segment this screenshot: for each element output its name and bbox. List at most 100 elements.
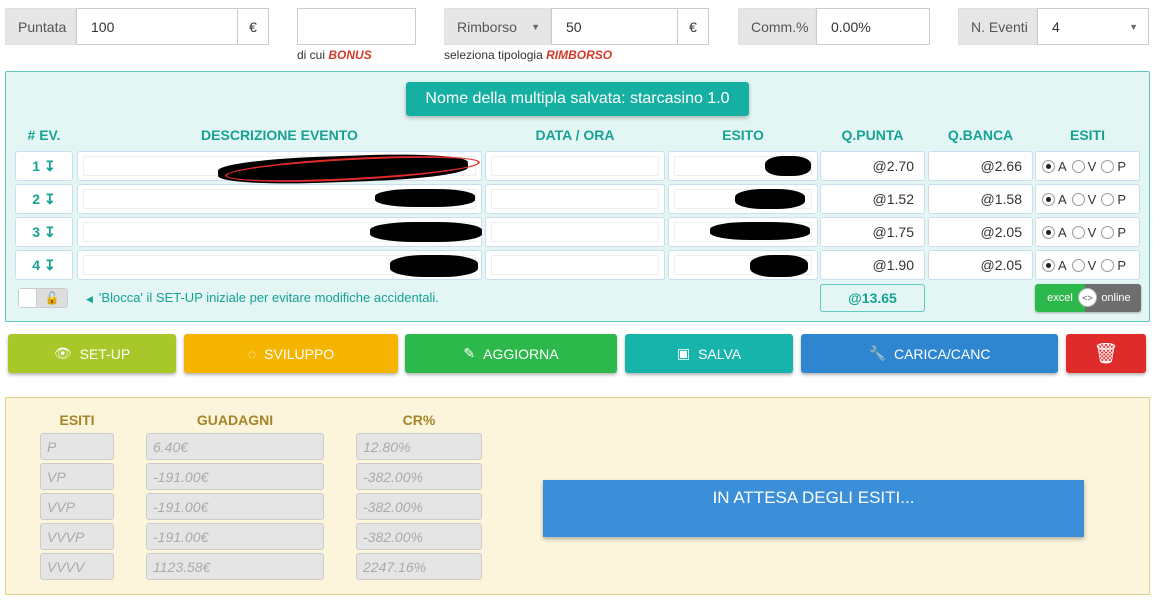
arrow-down-icon: ↧ [44, 157, 56, 174]
esiti-radio-group[interactable]: A V P [1035, 217, 1140, 247]
redaction-mark [375, 189, 475, 207]
data-ora-field[interactable] [485, 151, 665, 181]
eye-slash-icon: ◌ [247, 345, 257, 362]
header-esiti: ESITI [1069, 127, 1105, 143]
radio-p[interactable] [1101, 159, 1115, 173]
redaction-mark [765, 156, 811, 176]
redaction-mark [390, 255, 478, 277]
q-punta-field[interactable]: @1.90 [820, 250, 925, 280]
q-banca-field[interactable]: @2.05 [928, 217, 1033, 247]
header-cr: CR% [402, 412, 436, 428]
q-punta-field[interactable]: @1.75 [820, 217, 925, 247]
radio-a[interactable] [1042, 225, 1055, 239]
arrow-down-icon: ↧ [44, 256, 56, 273]
radio-a[interactable] [1042, 159, 1055, 173]
carica-canc-button[interactable]: 🔧 CARICA/CANC [801, 334, 1058, 373]
cr-value: 2247.16% [356, 553, 482, 580]
event-number[interactable]: 3 ↧ [15, 217, 73, 247]
event-number[interactable]: 2 ↧ [15, 184, 73, 214]
q-punta-field[interactable]: @2.70 [820, 151, 925, 181]
data-ora-field[interactable] [485, 217, 665, 247]
lock-hint: ◀ 'Blocca' il SET-UP iniziale per evitare… [86, 290, 439, 305]
esito-value: VVVP [40, 523, 114, 550]
header-descrizione: DESCRIZIONE EVENTO [201, 127, 358, 143]
guadagno-value: -191.00€ [146, 493, 324, 520]
puntata-label: Puntata [5, 8, 76, 45]
radio-v[interactable] [1071, 159, 1085, 173]
esito-value: VVVV [40, 553, 114, 580]
eye-icon: 👁 [53, 345, 72, 361]
q-punta-field[interactable]: @1.52 [820, 184, 925, 214]
header-esiti: ESITI [59, 412, 95, 428]
radio-v[interactable] [1071, 258, 1085, 272]
header-q-punta: Q.PUNTA [841, 127, 904, 143]
radio-a[interactable] [1042, 258, 1055, 272]
esiti-radio-group[interactable]: A V P [1035, 250, 1140, 280]
redaction-mark [750, 255, 808, 277]
data-ora-field[interactable] [485, 250, 665, 280]
cr-value: -382.00% [356, 463, 482, 490]
event-number[interactable]: 4 ↧ [15, 250, 73, 280]
redaction-mark [370, 222, 482, 242]
arrow-down-icon: ↧ [44, 190, 56, 207]
arrow-down-icon: ↧ [44, 223, 56, 240]
guadagno-value: -191.00€ [146, 523, 324, 550]
multipla-title: Nome della multipla salvata: starcasino … [406, 82, 749, 116]
q-banca-field[interactable]: @2.66 [928, 151, 1033, 181]
waiting-banner: IN ATTESA DEGLI ESITI... [543, 480, 1084, 537]
header-data-ora: DATA / ORA [535, 127, 615, 143]
esiti-radio-group[interactable]: A V P [1035, 151, 1140, 181]
comm-input[interactable]: 0.00% [816, 8, 930, 45]
caret-left-icon: ◀ [86, 294, 93, 304]
eventi-label: N. Eventi [958, 8, 1037, 45]
save-icon: ▣ [676, 345, 691, 361]
setup-button[interactable]: 👁 SET-UP [8, 334, 176, 373]
rimborso-hint: seleziona tipologia RIMBORSO [444, 48, 613, 62]
aggiorna-button[interactable]: ✎ AGGIORNA [405, 334, 617, 373]
eventi-select[interactable]: 4 ▼ [1037, 8, 1149, 45]
radio-p[interactable] [1101, 258, 1115, 272]
radio-p[interactable] [1101, 192, 1115, 206]
comm-label: Comm.% [738, 8, 816, 45]
rimborso-select[interactable]: Rimborso ▼ [444, 8, 551, 45]
trash-icon: 🗑 [1093, 343, 1119, 365]
caret-down-icon: ▼ [531, 21, 540, 32]
unlock-icon: 🔓 [37, 289, 67, 307]
guadagno-value: 1123.58€ [146, 553, 324, 580]
event-number[interactable]: 1 ↧ [15, 151, 73, 181]
sviluppo-button[interactable]: ◌ SVILUPPO [184, 334, 398, 373]
rimborso-input[interactable]: 50 [551, 8, 678, 45]
lock-toggle[interactable]: 🔓 [18, 288, 68, 308]
toggle-knob[interactable]: <> [1078, 288, 1097, 307]
bonus-hint: di cui BONUS [297, 48, 372, 62]
esiti-radio-group[interactable]: A V P [1035, 184, 1140, 214]
radio-p[interactable] [1101, 225, 1115, 239]
edit-icon: ✎ [463, 345, 476, 361]
bonus-input[interactable] [297, 8, 416, 45]
wrench-icon: 🔧 [868, 345, 886, 361]
cr-value: -382.00% [356, 523, 482, 550]
data-ora-field[interactable] [485, 184, 665, 214]
delete-button[interactable]: 🗑 [1066, 334, 1146, 373]
guadagno-value: 6.40€ [146, 433, 324, 460]
radio-v[interactable] [1071, 225, 1085, 239]
puntata-input[interactable]: 100 [76, 8, 238, 45]
esito-value: VP [40, 463, 114, 490]
salva-button[interactable]: ▣ SALVA [625, 334, 793, 373]
esito-value: P [40, 433, 114, 460]
esito-value: VVP [40, 493, 114, 520]
header-guadagni: GUADAGNI [196, 412, 274, 428]
cr-value: 12.80% [356, 433, 482, 460]
q-banca-field[interactable]: @1.58 [928, 184, 1033, 214]
radio-a[interactable] [1042, 192, 1055, 206]
total-quota: @13.65 [820, 284, 925, 312]
radio-v[interactable] [1071, 192, 1085, 206]
header-q-banca: Q.BANCA [947, 127, 1014, 143]
cr-value: -382.00% [356, 493, 482, 520]
guadagno-value: -191.00€ [146, 463, 324, 490]
puntata-currency: € [237, 8, 269, 45]
q-banca-field[interactable]: @2.05 [928, 250, 1033, 280]
redaction-mark [735, 189, 805, 209]
header-esito: ESITO [722, 127, 764, 143]
rimborso-currency: € [677, 8, 709, 45]
